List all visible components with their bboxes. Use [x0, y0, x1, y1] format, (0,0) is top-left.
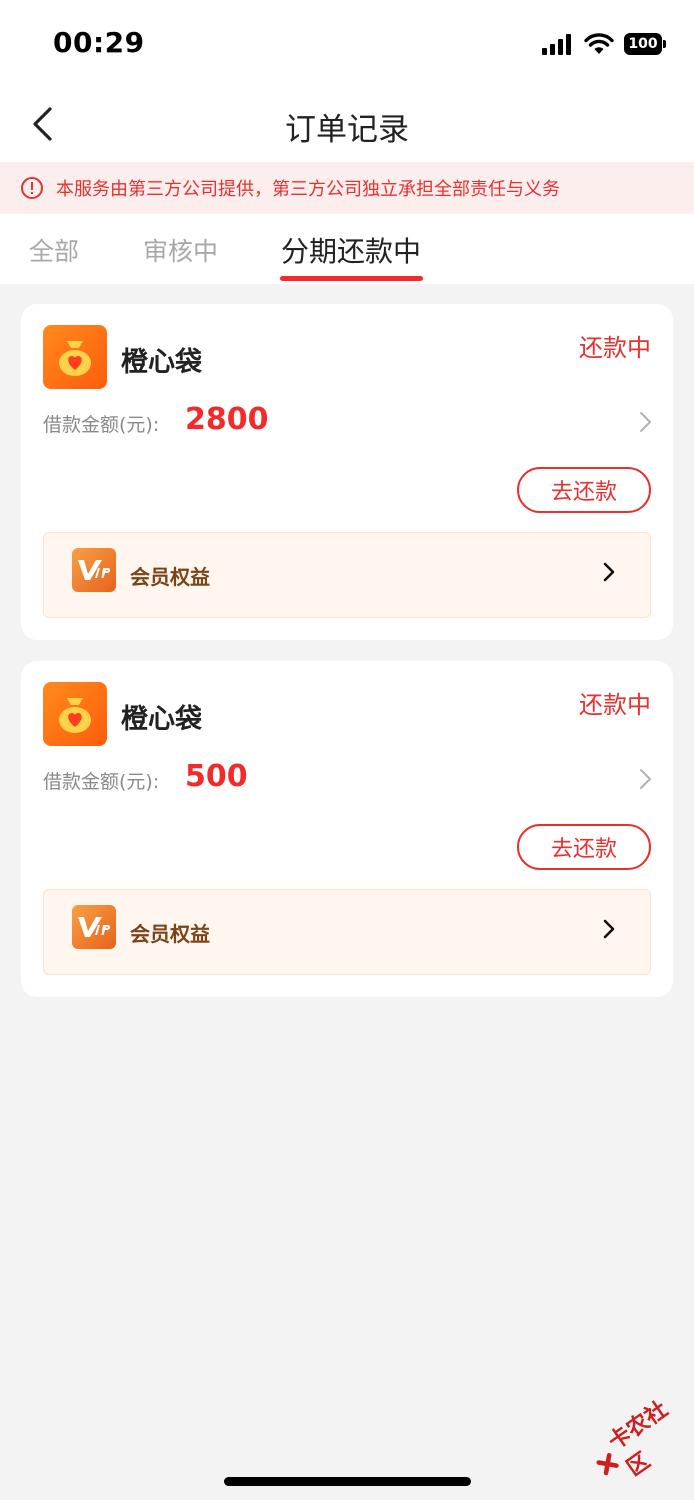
- tab-all[interactable]: 全部: [29, 232, 79, 268]
- vip-benefits-label: 会员权益: [130, 565, 210, 589]
- chevron-right-icon: [603, 562, 615, 582]
- order-card[interactable]: 橙心袋 还款中 借款金额(元): 2800 去还款 会员权益: [21, 304, 673, 640]
- brand-name: 橙心袋: [121, 704, 202, 735]
- battery-icon: 100: [624, 33, 666, 55]
- repay-button[interactable]: 去还款: [517, 467, 651, 513]
- amount-label: 借款金额(元):: [43, 414, 160, 436]
- status-icons: 100: [542, 30, 666, 58]
- watermark: 卡农社区: [581, 1384, 694, 1496]
- notice-banner: 本服务由第三方公司提供，第三方公司独立承担全部责任与义务: [0, 162, 694, 214]
- alert-icon: [21, 177, 43, 199]
- repay-button[interactable]: 去还款: [517, 824, 651, 870]
- page-title: 订单记录: [285, 112, 409, 148]
- vip-benefits-row[interactable]: 会员权益: [43, 532, 651, 618]
- amount-value: 2800: [185, 402, 269, 437]
- vip-benefits-row[interactable]: 会员权益: [43, 889, 651, 975]
- chevron-right-icon[interactable]: [635, 410, 655, 434]
- tab-active-indicator: [280, 276, 423, 281]
- vip-icon: [72, 905, 116, 949]
- amount-label: 借款金额(元):: [43, 771, 160, 793]
- order-status: 还款中: [579, 334, 651, 362]
- wifi-icon: [584, 33, 614, 54]
- status-time: 00:29: [53, 26, 145, 59]
- notice-text: 本服务由第三方公司提供，第三方公司独立承担全部责任与义务: [56, 179, 560, 200]
- tab-reviewing[interactable]: 审核中: [143, 232, 218, 268]
- brand-name: 橙心袋: [121, 347, 202, 378]
- money-bag-heart-icon: [59, 698, 91, 733]
- chevron-right-icon[interactable]: [635, 767, 655, 791]
- signal-icon: [542, 34, 571, 55]
- vip-benefits-label: 会员权益: [130, 922, 210, 946]
- tab-installment-repaying[interactable]: 分期还款中: [281, 230, 421, 270]
- order-status: 还款中: [579, 691, 651, 719]
- vip-badge-icon: [78, 560, 111, 580]
- vip-badge-icon: [78, 917, 111, 937]
- brand-logo: [43, 682, 107, 746]
- brand-logo: [43, 325, 107, 389]
- money-bag-heart-icon: [59, 341, 91, 376]
- vip-icon: [72, 548, 116, 592]
- order-card[interactable]: 橙心袋 还款中 借款金额(元): 500 去还款 会员权益: [21, 661, 673, 997]
- amount-value: 500: [185, 759, 248, 794]
- tab-bar: 全部 审核中 分期还款中: [0, 222, 694, 284]
- home-indicator[interactable]: [224, 1477, 471, 1486]
- header-area: 00:29 100 订单记录 本服务由第三方公司提供，第三方公司独立承担全部责任…: [0, 0, 694, 284]
- chevron-right-icon: [603, 919, 615, 939]
